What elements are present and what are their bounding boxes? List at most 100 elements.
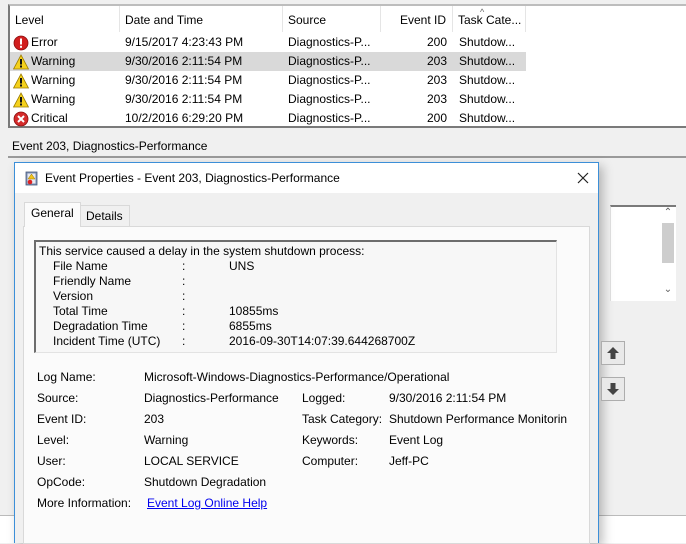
description-item: File Name: UNS	[39, 259, 556, 274]
event-id-cell: 203	[426, 92, 447, 106]
description-item: Version:	[39, 289, 556, 304]
description-key: Degradation Time	[53, 319, 148, 333]
computer-value: Jeff-PC	[389, 454, 429, 468]
description-heading: This service caused a delay in the syste…	[39, 244, 365, 258]
source-cell: Diagnostics-P...	[288, 54, 371, 68]
description-item: Incident Time (UTC): 2016-09-30T14:07:39.…	[39, 334, 556, 349]
background-scrollbar[interactable]: ⌃ ⌄	[660, 207, 676, 295]
description-item: Friendly Name:	[39, 274, 556, 289]
event-row[interactable]: Warning 9/30/2016 2:11:54 PM Diagnostics-P…	[10, 90, 686, 109]
level-cell: Warning	[31, 92, 76, 106]
arrow-up-icon	[607, 347, 619, 359]
task-category-cell: Shutdow...	[459, 92, 516, 106]
level-value: Warning	[144, 433, 189, 447]
description-colon: :	[182, 304, 186, 318]
warning-icon	[12, 54, 30, 70]
datetime-cell: 9/30/2016 2:11:54 PM	[125, 73, 243, 87]
source-label: Source:	[37, 391, 79, 405]
event-viewer-icon	[25, 171, 38, 186]
level-cell: Warning	[31, 73, 76, 87]
keywords-value: Event Log	[389, 433, 444, 447]
description-key: File Name	[53, 259, 108, 273]
column-header-level[interactable]: Level	[10, 6, 120, 32]
description-value: UNS	[229, 259, 255, 273]
close-button[interactable]	[568, 163, 598, 193]
description-colon: :	[182, 334, 186, 348]
level-cell: Critical	[31, 111, 68, 125]
source-cell: Diagnostics-P...	[288, 73, 371, 87]
task-category-cell: Shutdow...	[459, 111, 516, 125]
task-category-cell: Shutdow...	[459, 73, 516, 87]
event-id-cell: 200	[426, 111, 447, 125]
column-header-source[interactable]: Source	[283, 6, 381, 32]
column-header-event-id[interactable]: Event ID	[381, 6, 453, 32]
tab-general[interactable]: General	[24, 202, 81, 227]
computer-label: Computer:	[302, 454, 359, 468]
keywords-label: Keywords:	[302, 433, 359, 447]
event-row[interactable]: Error 9/15/2017 4:23:43 PM Diagnostics-P..…	[10, 33, 686, 52]
description-key: Incident Time (UTC)	[53, 334, 161, 348]
event-detail-header: Event 203, Diagnostics-Performance	[8, 134, 686, 158]
error-icon	[13, 35, 29, 51]
event-row[interactable]: Warning 9/30/2016 2:11:54 PM Diagnostics-P…	[10, 52, 686, 71]
next-event-button[interactable]	[601, 377, 625, 401]
warning-icon	[12, 73, 30, 89]
scroll-up-icon[interactable]: ⌃	[660, 207, 676, 218]
datetime-cell: 9/30/2016 2:11:54 PM	[125, 54, 243, 68]
task-category-value: Shutdown Performance Monitorin	[389, 412, 567, 426]
source-cell: Diagnostics-P...	[288, 92, 371, 106]
description-colon: :	[182, 289, 186, 303]
logged-value: 9/30/2016 2:11:54 PM	[389, 391, 507, 405]
description-key: Version	[53, 289, 94, 303]
event-log-online-help-link[interactable]: Event Log Online Help	[147, 495, 267, 511]
dialog-title: Event Properties - Event 203, Diagnostic…	[45, 171, 340, 185]
event-row[interactable]: Critical 10/2/2016 6:29:20 PM Diagnostics-…	[10, 109, 686, 128]
column-header-task-category[interactable]: Task Cate...	[453, 6, 526, 32]
arrow-down-icon	[607, 383, 619, 395]
level-cell: Error	[31, 35, 58, 49]
datetime-cell: 10/2/2016 6:29:20 PM	[125, 111, 244, 125]
event-description-box[interactable]: This service caused a delay in the syste…	[34, 240, 557, 353]
source-cell: Diagnostics-P...	[288, 111, 371, 125]
description-value: 10855ms	[229, 304, 279, 318]
event-id-label: Event ID:	[37, 412, 87, 426]
event-row[interactable]: Warning 9/30/2016 2:11:54 PM Diagnostics-P…	[10, 71, 686, 90]
warning-icon	[12, 92, 30, 108]
user-label: User:	[37, 454, 66, 468]
scroll-down-icon[interactable]: ⌄	[660, 284, 676, 295]
datetime-cell: 9/15/2017 4:23:43 PM	[125, 35, 244, 49]
user-value: LOCAL SERVICE	[144, 454, 239, 468]
tab-details[interactable]: Details	[79, 205, 130, 227]
description-colon: :	[182, 319, 186, 333]
event-properties-dialog: Event Properties - Event 203, Diagnostic…	[14, 162, 625, 544]
event-id-cell: 203	[426, 73, 447, 87]
description-key: Friendly Name	[53, 274, 132, 288]
sort-caret-icon: ^	[480, 7, 485, 17]
datetime-cell: 9/30/2016 2:11:54 PM	[125, 92, 243, 106]
description-value: 6855ms	[229, 319, 272, 333]
event-id-value: 203	[144, 412, 165, 426]
description-item: Degradation Time: 6855ms	[39, 319, 556, 334]
more-information-label: More Information:	[37, 496, 132, 510]
description-colon: :	[182, 259, 186, 273]
close-icon	[577, 172, 589, 184]
event-id-cell: 200	[426, 35, 447, 49]
previous-event-button[interactable]	[601, 341, 625, 365]
scroll-thumb[interactable]	[662, 223, 674, 263]
list-header: Level Date and Time Source Event ID Task…	[10, 6, 686, 32]
critical-icon	[13, 111, 29, 127]
level-cell: Warning	[31, 54, 76, 68]
column-header-date-time[interactable]: Date and Time	[120, 6, 283, 32]
task-category-label: Task Category:	[302, 412, 383, 426]
general-tab-page: This service caused a delay in the syste…	[23, 226, 590, 544]
source-value: Diagnostics-Performance	[144, 391, 279, 405]
opcode-value: Shutdown Degradation	[144, 475, 267, 489]
level-label: Level:	[37, 433, 70, 447]
log-name-label: Log Name:	[37, 370, 96, 384]
dialog-titlebar[interactable]: Event Properties - Event 203, Diagnostic…	[15, 163, 598, 193]
event-list[interactable]: Level Date and Time Source Event ID Task…	[8, 4, 686, 128]
event-id-cell: 203	[426, 54, 447, 68]
source-cell: Diagnostics-P...	[288, 35, 371, 49]
description-key: Total Time	[53, 304, 108, 318]
description-item: Total Time: 10855ms	[39, 304, 556, 319]
